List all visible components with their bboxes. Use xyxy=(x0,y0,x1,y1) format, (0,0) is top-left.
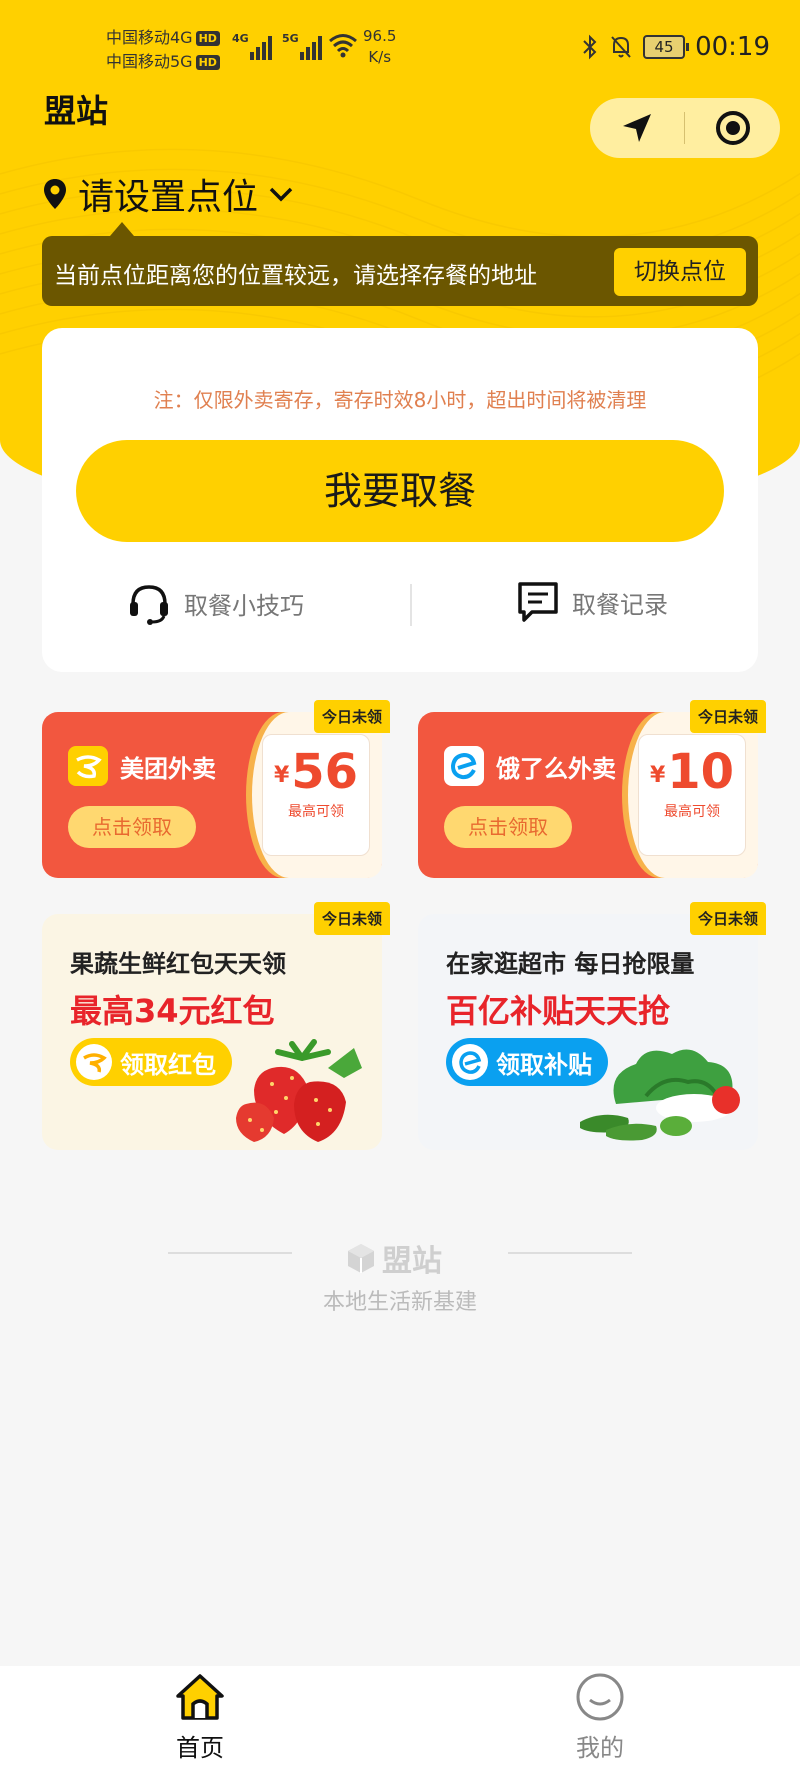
fresh-produce-promo[interactable]: 果蔬生鲜红包天天领 最高34元红包 领取红包 今日未领 xyxy=(42,902,390,1150)
unclaimed-tag: 今日未领 xyxy=(689,902,766,935)
eleme-logo-icon xyxy=(444,746,484,786)
claim-button[interactable]: 点击领取 xyxy=(444,806,572,848)
clock: 00:19 xyxy=(695,32,770,62)
navigate-button[interactable] xyxy=(590,98,684,158)
coupon-sub: 最高可领 xyxy=(288,804,344,820)
coupon-amount-value: 10 xyxy=(667,744,735,800)
mini-program-capsule xyxy=(590,98,780,158)
pickup-button[interactable]: 我要取餐 xyxy=(76,440,724,542)
quick-links-divider xyxy=(410,584,412,626)
chevron-down-icon xyxy=(269,187,293,202)
unclaimed-tag: 今日未领 xyxy=(313,700,390,733)
strawberry-icon xyxy=(236,1039,362,1142)
location-label: 请设置点位 xyxy=(78,177,259,218)
footer-divider-right xyxy=(508,1252,632,1254)
close-miniprogram-button[interactable] xyxy=(686,98,780,158)
storage-note: 注：仅限外卖寄存，寄存时效8小时，超出时间将被清理 xyxy=(153,388,647,412)
coupon-brand: 饿了么外卖 xyxy=(496,754,616,783)
promo-offer: 百亿补贴天天抢 xyxy=(446,992,671,1030)
eleme-logo-icon xyxy=(452,1044,488,1080)
distance-warning-banner: 当前点位距离您的位置较远，请选择存餐的地址 切换点位 xyxy=(42,222,758,306)
carrier-info: 中国移动4G HD 中国移动5G HD xyxy=(106,26,220,74)
banner-message: 当前点位距离您的位置较远，请选择存餐的地址 xyxy=(54,263,537,289)
coupon-amount: ¥10 xyxy=(639,747,745,801)
coupon-brand: 美团外卖 xyxy=(120,754,216,783)
home-icon xyxy=(176,1674,224,1720)
tab-home[interactable]: 首页 xyxy=(140,1672,260,1763)
wifi-icon xyxy=(329,34,357,58)
coupon-amount: ¥56 xyxy=(263,747,369,801)
coupon-value-panel: ¥56 最高可领 xyxy=(252,712,382,878)
speed-value: 96.5 xyxy=(363,27,397,45)
switch-location-button[interactable]: 切换点位 xyxy=(614,248,746,296)
net-speed: 96.5 K/s xyxy=(363,26,396,68)
unclaimed-tag: 今日未领 xyxy=(313,902,390,935)
coupon-amount-value: 56 xyxy=(291,744,359,800)
pickup-card: 注：仅限外卖寄存，寄存时效8小时，超出时间将被清理 我要取餐 取餐小技巧 取餐记… xyxy=(42,328,758,672)
footer-slogan: 本地生活新基建 xyxy=(322,1290,477,1315)
carrier-2: 中国移动5G xyxy=(106,52,193,71)
footer-divider-left xyxy=(168,1252,292,1254)
app-title: 盟站 xyxy=(44,92,109,130)
claim-redpacket-button[interactable]: 领取红包 xyxy=(70,1038,232,1086)
headset-icon xyxy=(130,585,168,625)
battery-icon: 45 xyxy=(643,35,690,59)
smiley-profile-icon xyxy=(576,1673,624,1721)
carrier-1: 中国移动4G xyxy=(106,28,193,47)
navigation-arrow-icon xyxy=(623,114,651,142)
coupon-value-panel: ¥10 最高可领 xyxy=(628,712,758,878)
meituan-logo-icon xyxy=(68,746,108,786)
bell-muted-icon xyxy=(611,36,631,58)
unclaimed-tag: 今日未领 xyxy=(689,700,766,733)
promo-headline: 果蔬生鲜红包天天领 xyxy=(70,950,286,978)
vegetables-icon xyxy=(580,1049,740,1141)
capsule-divider xyxy=(684,112,685,144)
location-pin-icon xyxy=(44,179,66,209)
pickup-tips-link[interactable]: 取餐小技巧 xyxy=(126,580,304,626)
cube-logo-icon xyxy=(348,1244,374,1273)
cta-label: 领取红包 xyxy=(120,1050,216,1079)
currency-symbol: ¥ xyxy=(273,763,290,788)
pickup-tips-label: 取餐小技巧 xyxy=(184,591,304,620)
coupon-sub: 最高可领 xyxy=(664,804,720,820)
meituan-coupon[interactable]: 美团外卖 点击领取 ¥56 最高可领 今日未领 xyxy=(42,700,390,878)
supermarket-promo[interactable]: 在家逛超市 每日抢限量 百亿补贴天天抢 领取补贴 今日未领 xyxy=(418,902,766,1150)
claim-button[interactable]: 点击领取 xyxy=(68,806,196,848)
message-icon xyxy=(518,582,558,622)
footer-logo: 盟站 xyxy=(346,1236,442,1280)
bottom-tab-bar: 首页 我的 xyxy=(0,1666,800,1778)
pickup-records-label: 取餐记录 xyxy=(572,590,668,619)
eleme-coupon[interactable]: 饿了么外卖 点击领取 ¥10 最高可领 今日未领 xyxy=(418,700,766,878)
promo-offer: 最高34元红包 xyxy=(70,992,275,1030)
speed-unit: K/s xyxy=(368,48,392,66)
location-selector[interactable]: 请设置点位 xyxy=(42,168,294,220)
currency-symbol: ¥ xyxy=(649,763,666,788)
pickup-records-link[interactable]: 取餐记录 xyxy=(516,580,668,624)
status-bar: 中国移动4G HD 中国移动5G HD 4G 5G 96.5 K/s 45 00:1 xyxy=(0,20,800,80)
bluetooth-icon xyxy=(583,34,597,60)
promo-headline: 在家逛超市 每日抢限量 xyxy=(446,950,695,978)
meituan-logo-icon xyxy=(76,1044,112,1080)
hd-badge: HD xyxy=(195,55,220,70)
target-icon xyxy=(716,111,750,145)
hd-badge: HD xyxy=(195,31,220,46)
tab-home-label: 首页 xyxy=(176,1734,224,1762)
tab-mine[interactable]: 我的 xyxy=(540,1672,660,1763)
tab-mine-label: 我的 xyxy=(576,1734,624,1762)
footer-logo-text: 盟站 xyxy=(382,1244,442,1279)
